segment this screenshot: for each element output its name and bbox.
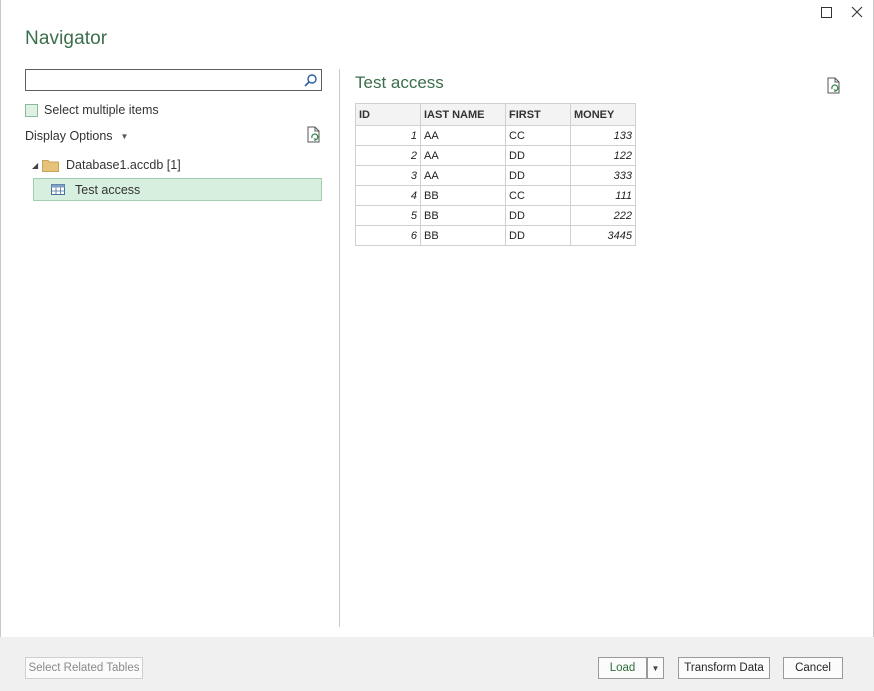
display-options-label: Display Options (25, 129, 113, 143)
preview-title: Test access (355, 73, 444, 92)
table-row: 1 AA CC 133 (355, 125, 636, 146)
caret-down-icon: ▼ (651, 663, 660, 673)
table-cell: 222 (570, 205, 636, 226)
refresh-icon[interactable] (306, 126, 322, 144)
table-cell: 1 (355, 125, 421, 146)
table-cell: BB (420, 225, 506, 246)
cancel-button[interactable]: Cancel (783, 657, 843, 679)
search-icon[interactable] (303, 73, 318, 88)
column-header[interactable]: FIRST (505, 103, 571, 126)
search-box[interactable] (25, 69, 322, 91)
load-button[interactable]: Load (598, 657, 647, 679)
expand-collapse-icon[interactable]: ◢ (32, 161, 42, 170)
select-multiple-label: Select multiple items (44, 103, 159, 117)
table-cell: DD (505, 225, 571, 246)
transform-data-button[interactable]: Transform Data (678, 657, 770, 679)
table-cell: 111 (570, 185, 636, 206)
maximize-icon (820, 6, 832, 18)
table-cell: DD (505, 145, 571, 166)
footer-bar: Select Related Tables Load ▼ Transform D… (0, 637, 874, 691)
table-cell: CC (505, 185, 571, 206)
select-multiple-checkbox[interactable] (25, 103, 38, 117)
column-header[interactable]: ID (355, 103, 421, 126)
maximize-button[interactable] (811, 0, 841, 24)
table-cell: AA (420, 165, 506, 186)
table-row: 6 BB DD 3445 (355, 225, 636, 246)
close-button[interactable] (842, 0, 872, 24)
table-cell: DD (505, 205, 571, 226)
tree-database-label: Database1.accdb [1] (66, 158, 181, 172)
column-header[interactable]: MONEY (570, 103, 636, 126)
table-cell: 5 (355, 205, 421, 226)
display-options-dropdown[interactable]: Display Options ▼ (25, 129, 128, 143)
folder-icon (42, 159, 59, 172)
table-row: 2 AA DD 122 (355, 145, 636, 166)
preview-table: ID IAST NAME FIRST MONEY 1 AA CC 133 2 A… (355, 103, 636, 246)
select-related-tables-button[interactable]: Select Related Tables (25, 657, 143, 679)
table-row: 5 BB DD 222 (355, 205, 636, 226)
table-cell: AA (420, 145, 506, 166)
table-cell: 333 (570, 165, 636, 186)
select-multiple-items[interactable]: Select multiple items (25, 103, 159, 117)
table-cell: BB (420, 205, 506, 226)
close-icon (851, 6, 863, 18)
table-cell: 3 (355, 165, 421, 186)
tree-item-test-access[interactable]: Test access (33, 178, 322, 201)
tree-database-node[interactable]: ◢ Database1.accdb [1] (32, 157, 181, 173)
panel-splitter[interactable] (339, 69, 340, 627)
table-cell: 2 (355, 145, 421, 166)
table-cell: 133 (570, 125, 636, 146)
table-cell: 4 (355, 185, 421, 206)
table-header-row: ID IAST NAME FIRST MONEY (355, 103, 636, 126)
table-icon (51, 184, 65, 195)
page-title: Navigator (25, 28, 108, 49)
table-cell: 3445 (570, 225, 636, 246)
table-cell: 6 (355, 225, 421, 246)
table-cell: BB (420, 185, 506, 206)
caret-down-icon: ▼ (120, 131, 129, 141)
load-dropdown-button[interactable]: ▼ (647, 657, 664, 679)
table-row: 3 AA DD 333 (355, 165, 636, 186)
column-header[interactable]: IAST NAME (420, 103, 506, 126)
table-cell: AA (420, 125, 506, 146)
search-input[interactable] (29, 72, 303, 90)
table-cell: DD (505, 165, 571, 186)
table-cell: 122 (570, 145, 636, 166)
table-cell: CC (505, 125, 571, 146)
tree-item-label: Test access (75, 182, 141, 197)
table-row: 4 BB CC 111 (355, 185, 636, 206)
refresh-icon[interactable] (826, 77, 842, 95)
